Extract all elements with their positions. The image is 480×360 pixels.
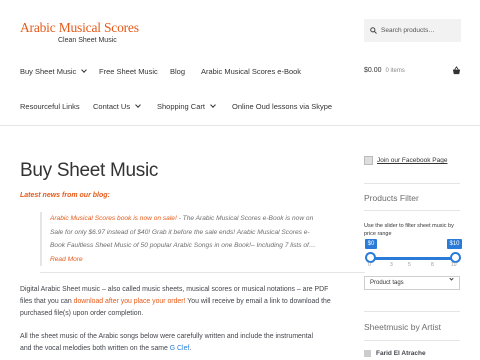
nav-oud-lessons[interactable]: Online Oud lessons via Skype	[232, 102, 332, 111]
excerpt-text: - The Arabic Musical Scores e-Book is no…	[176, 215, 314, 222]
download-link[interactable]: download after you place your order!	[74, 298, 186, 305]
chevron-down-icon[interactable]	[135, 102, 141, 108]
artist-name[interactable]: Farid El Atrache	[376, 350, 426, 357]
facebook-widget[interactable]: Join our Facebook Page	[364, 156, 464, 165]
artist-widget-title: Sheetmusic by Artist	[364, 322, 442, 332]
select-value[interactable]: Product tags	[370, 280, 404, 286]
songs-text: .	[189, 345, 192, 353]
nav-label[interactable]: Free Sheet Music	[99, 67, 158, 76]
nav-label[interactable]: Contact Us	[93, 102, 130, 111]
divider	[364, 340, 460, 341]
nav-shopping-cart[interactable]: Shopping Cart	[157, 102, 216, 111]
facebook-link[interactable]: Join our Facebook Page	[377, 157, 447, 164]
price-min-label: $0	[365, 239, 377, 249]
chevron-down-icon[interactable]	[449, 276, 454, 281]
header-cart[interactable]: $0.00 0 items	[364, 66, 461, 75]
search-icon	[370, 27, 377, 34]
nav-ebook[interactable]: Arabic Musical Scores e-Book	[201, 67, 301, 76]
cart-count[interactable]: 0 items	[386, 68, 405, 74]
g-clef-link[interactable]: G Clef	[170, 345, 190, 352]
tick-label: 0	[368, 262, 371, 268]
slider-ticks: 0 3 5 8 10	[364, 262, 460, 270]
divider	[364, 311, 460, 312]
price-max-label: $10	[447, 239, 462, 249]
songs-line: and the vocal melodies both written on t…	[20, 343, 345, 355]
intro-line: Digital Arabic Sheet music – also called…	[20, 286, 329, 293]
nav-free-sheet-music[interactable]: Free Sheet Music	[99, 67, 158, 76]
nav-contact-us[interactable]: Contact Us	[93, 102, 141, 111]
nav-buy-sheet-music[interactable]: Buy Sheet Music	[20, 67, 88, 76]
basket-icon[interactable]	[452, 66, 461, 75]
intro-text: files that you can	[20, 298, 74, 306]
nav-resourceful-links[interactable]: Resourceful Links	[20, 102, 80, 111]
nav-label[interactable]: Resourceful Links	[20, 102, 80, 111]
chevron-down-icon[interactable]	[81, 67, 88, 73]
excerpt-line: Sale for only $6.97 instead of $40! Grab…	[50, 228, 310, 236]
nav-label[interactable]: Buy Sheet Music	[20, 67, 76, 76]
price-slider-track[interactable]	[370, 257, 455, 260]
products-filter-title: Products Filter	[364, 193, 419, 203]
search-input[interactable]: Search products…	[381, 27, 435, 34]
main-content: Buy Sheet Music Latest news from our blo…	[20, 160, 365, 352]
chevron-down-icon[interactable]	[210, 102, 216, 108]
search-box[interactable]: Search products…	[364, 19, 461, 42]
site-logo[interactable]: Arabic Musical Scores Clean Sheet Music	[20, 20, 140, 44]
tick-label: 10	[451, 262, 457, 268]
blog-excerpt: Arabic Musical Scores book is now on sal…	[40, 212, 345, 267]
page-title: Buy Sheet Music	[20, 160, 159, 181]
songs-paragraph: All the sheet music of the Arabic songs …	[20, 331, 345, 355]
nav-blog[interactable]: Blog	[170, 67, 185, 76]
cart-amount[interactable]: $0.00	[364, 67, 382, 74]
slider-hint: Use the slider to filter sheet music by …	[364, 223, 454, 237]
divider	[364, 210, 460, 211]
nav-label[interactable]: Arabic Musical Scores e-Book	[201, 67, 301, 76]
logo-title[interactable]: Arabic Musical Scores	[20, 20, 140, 36]
site-header: Arabic Musical Scores Clean Sheet Music …	[0, 0, 480, 126]
tick-label: 3	[390, 262, 393, 268]
latest-news-heading: Latest news from our blog:	[20, 192, 110, 199]
nav-label[interactable]: Online Oud lessons via Skype	[232, 102, 332, 111]
nav-label[interactable]: Blog	[170, 67, 185, 76]
tick-label: 8	[431, 262, 434, 268]
facebook-icon[interactable]	[364, 156, 373, 165]
read-more-link[interactable]: Read More	[50, 253, 345, 267]
intro-line: purchased file(s) upon order completion.	[20, 310, 144, 318]
divider	[40, 272, 365, 273]
excerpt-link[interactable]: Arabic Musical Scores book is now on sal…	[50, 215, 177, 222]
tick-label: 5	[408, 262, 411, 268]
excerpt-line: Book Faultless Sheet Music of 50 popular…	[50, 242, 316, 250]
intro-text: You will receive by email a link to down…	[185, 298, 331, 306]
intro-paragraph: Digital Arabic Sheet music – also called…	[20, 284, 345, 321]
nav-label[interactable]: Shopping Cart	[157, 102, 205, 111]
songs-line: All the sheet music of the Arabic songs …	[20, 333, 314, 340]
folder-icon	[364, 350, 371, 357]
logo-subtitle: Clean Sheet Music	[58, 37, 117, 44]
product-tags-select[interactable]: Product tags	[364, 276, 460, 290]
divider	[364, 183, 460, 184]
songs-text: and the vocal melodies both written on t…	[20, 345, 170, 353]
intro-line: files that you can download after you pl…	[20, 296, 345, 308]
excerpt-line: Arabic Musical Scores book is now on sal…	[50, 212, 345, 226]
artist-item[interactable]: Farid El Atrache	[364, 350, 426, 357]
